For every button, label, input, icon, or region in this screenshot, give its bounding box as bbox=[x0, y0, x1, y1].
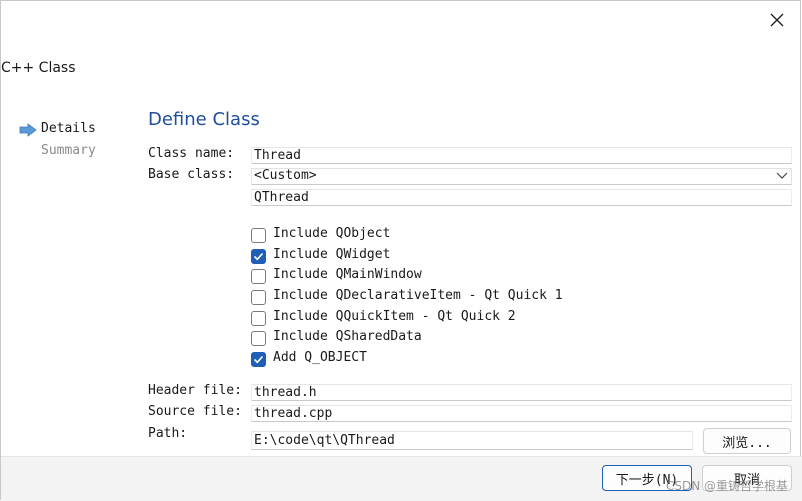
checkbox-label: Add Q_OBJECT bbox=[273, 350, 367, 365]
checkbox-label: Include QWidget bbox=[273, 247, 391, 262]
header-file-label: Header file: bbox=[148, 383, 242, 398]
checkbox-label: Include QDeclarativeItem - Qt Quick 1 bbox=[273, 288, 563, 303]
checkbox-box[interactable] bbox=[251, 290, 266, 305]
checkbox-box[interactable] bbox=[251, 352, 266, 367]
base-class-label: Base class: bbox=[148, 167, 235, 182]
custom-base-class-field[interactable] bbox=[251, 189, 792, 206]
path-field[interactable] bbox=[251, 431, 693, 450]
checkbox-box[interactable] bbox=[251, 249, 266, 264]
checkbox-label: Include QQuickItem - Qt Quick 2 bbox=[273, 309, 516, 324]
checkbox-box[interactable] bbox=[251, 269, 266, 284]
source-file-field[interactable] bbox=[251, 405, 792, 422]
step-label: Details bbox=[41, 121, 96, 136]
path-label: Path: bbox=[148, 426, 188, 441]
class-name-field[interactable] bbox=[251, 147, 792, 164]
class-name-label: Class name: bbox=[148, 146, 235, 161]
checkbox-box[interactable] bbox=[251, 228, 266, 243]
source-file-label: Source file: bbox=[148, 404, 242, 419]
current-step-arrow-icon bbox=[19, 123, 37, 137]
window-title: C++ Class bbox=[1, 60, 76, 76]
close-icon[interactable] bbox=[768, 11, 786, 29]
watermark: CSDN @重铸哲学根基 bbox=[665, 479, 788, 493]
header-file-field[interactable] bbox=[251, 384, 792, 401]
check-icon bbox=[253, 252, 264, 261]
browse-button[interactable]: 浏览... bbox=[703, 428, 791, 454]
checkbox-label: Include QSharedData bbox=[273, 329, 422, 344]
checkbox-box[interactable] bbox=[251, 311, 266, 326]
checkbox-label: Include QMainWindow bbox=[273, 267, 422, 282]
checkbox-box[interactable] bbox=[251, 331, 266, 346]
chevron-down-icon bbox=[776, 172, 788, 179]
page-title: Define Class bbox=[148, 109, 260, 130]
base-class-select[interactable]: <Custom> bbox=[251, 168, 792, 185]
step-label: Summary bbox=[41, 143, 96, 158]
new-class-wizard-dialog: C++ Class Details Summary Define Class C… bbox=[0, 0, 802, 501]
checkbox-label: Include QObject bbox=[273, 226, 391, 241]
check-icon bbox=[253, 355, 264, 364]
base-class-selected-value: <Custom> bbox=[254, 168, 317, 183]
